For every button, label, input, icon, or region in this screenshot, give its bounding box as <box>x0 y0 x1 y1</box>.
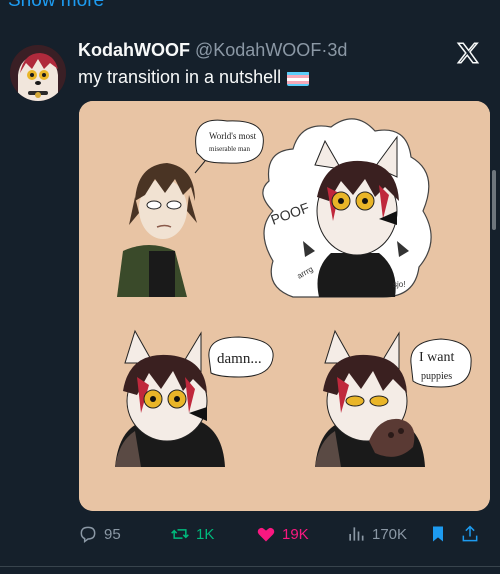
author-handle[interactable]: @KodahWOOF <box>195 40 321 60</box>
views-button[interactable]: 170K <box>346 522 407 546</box>
poof-sfx-right: sjo! <box>393 280 405 289</box>
reply-icon <box>80 526 96 543</box>
tweet-time[interactable]: 3d <box>327 40 347 60</box>
heart-icon <box>257 527 275 542</box>
share-button[interactable] <box>460 522 486 546</box>
tweet-body: my transition in a nutshell <box>78 67 282 87</box>
like-button[interactable]: 19K <box>256 522 309 546</box>
reply-button[interactable]: 95 <box>78 522 121 546</box>
panel1-caption-2: miserable man <box>209 145 251 153</box>
like-count: 19K <box>282 525 309 543</box>
tweet-actions: 95 1K 19K 170K <box>78 522 490 546</box>
panel4-speech-1: I want <box>419 350 454 365</box>
view-count: 170K <box>372 525 408 543</box>
repost-count: 1K <box>196 525 215 543</box>
repost-icon <box>171 529 189 539</box>
tweet-image[interactable]: World's most miserable man POOF arrrg sj… <box>79 101 490 511</box>
views-icon <box>349 527 364 541</box>
show-more-link[interactable]: Show more <box>8 0 104 12</box>
panel1-caption: World's most <box>209 131 257 141</box>
repost-button[interactable]: 1K <box>170 522 214 546</box>
panel4-speech-2: puppies <box>421 371 452 382</box>
scrollbar[interactable] <box>492 170 496 230</box>
bookmark-button[interactable] <box>428 522 454 546</box>
panel3-speech: damn... <box>217 351 262 367</box>
tweet-header: KodahWOOF @KodahWOOF·3d <box>78 40 347 61</box>
divider <box>0 566 500 567</box>
bookmark-icon <box>433 526 443 542</box>
x-logo-icon <box>456 42 480 64</box>
reply-count: 95 <box>104 525 121 543</box>
tweet-text: my transition in a nutshell <box>78 67 310 88</box>
trans-flag-icon <box>287 71 310 86</box>
author-name[interactable]: KodahWOOF <box>78 40 190 60</box>
share-icon <box>462 525 478 542</box>
avatar[interactable] <box>10 45 66 101</box>
